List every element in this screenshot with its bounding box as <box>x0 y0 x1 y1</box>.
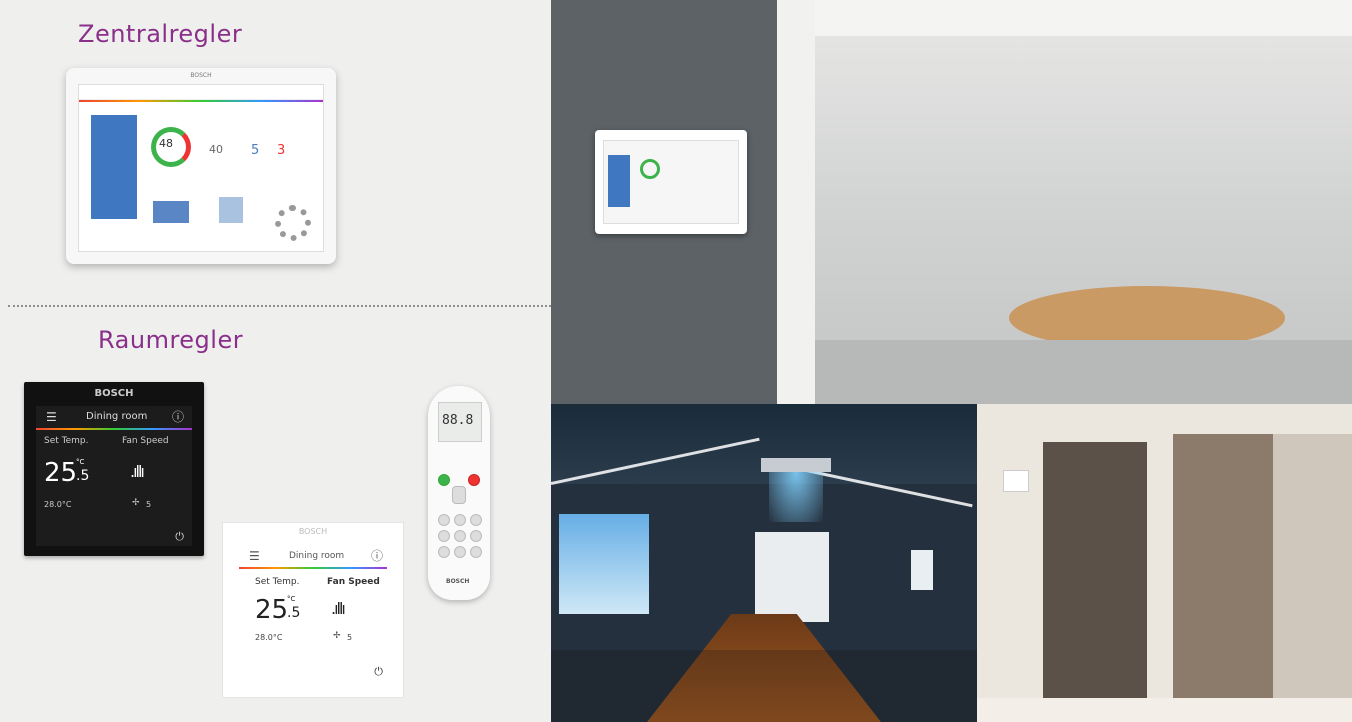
wall-tablet-ring <box>640 159 660 179</box>
white-room-controller: BOSCH ☰ Dining room ⓘ Set Temp. Fan Spee… <box>222 522 404 698</box>
tablet-ring-value: 48 <box>159 137 173 150</box>
white-fan-bars-icon: .ıllı <box>331 599 346 618</box>
white-column <box>777 0 815 404</box>
black-fan-level: 5 <box>146 500 152 509</box>
white-temp-decimal: .5 <box>287 605 301 621</box>
left-window <box>559 514 649 614</box>
ceiling <box>815 0 1352 36</box>
white-rainbow-bar <box>239 567 387 569</box>
remote-red-button <box>468 474 480 486</box>
menu-icon: ☰ <box>46 410 57 424</box>
tablet-screen: 48 40 5 3 <box>78 84 324 252</box>
white-temp-unit: °C <box>287 595 296 603</box>
wardrobe-door <box>1173 434 1273 722</box>
boardroom-photo <box>551 404 977 722</box>
wall-tablet <box>595 130 747 234</box>
black-controller-screen: ☰ Dining room ⓘ Set Temp. Fan Speed 25 °… <box>36 406 192 546</box>
room-interior <box>1273 434 1352 722</box>
remote-button <box>454 514 466 526</box>
black-rainbow-bar <box>36 428 192 430</box>
room-controller-title: Raumregler <box>98 326 244 354</box>
power-icon: ⏻ <box>175 530 184 543</box>
black-temp-decimal: .5 <box>76 468 90 484</box>
remote-button <box>470 514 482 526</box>
black-room-temp: 28.0°C <box>44 500 72 509</box>
ceiling-cassette <box>761 458 831 472</box>
meeting-room-photo <box>551 0 1352 404</box>
black-room-controller: BOSCH ☰ Dining room ⓘ Set Temp. Fan Spee… <box>24 382 204 556</box>
tablet-blue-card <box>91 115 137 219</box>
remote-button <box>454 530 466 542</box>
cool-air-flow <box>769 472 823 522</box>
menu-icon: ☰ <box>249 549 260 563</box>
tablet-tile-2 <box>219 197 243 223</box>
wall-tablet-screen <box>603 140 739 224</box>
section-divider <box>8 305 551 307</box>
fan-icon: ✢ <box>333 631 341 641</box>
gear-icon <box>275 205 311 241</box>
remote-button <box>454 546 466 558</box>
remote-button <box>438 514 450 526</box>
remote-button <box>470 546 482 558</box>
remote-display-value: 88.8 <box>442 413 474 428</box>
info-icon: ⓘ <box>370 549 383 563</box>
left-panel: Zentralregler BOSCH 48 40 5 3 Raumregler… <box>0 0 551 722</box>
white-room-name: Dining room <box>289 551 345 561</box>
info-icon: ⓘ <box>171 410 184 424</box>
floor-shadow <box>551 650 977 722</box>
black-temp-unit: °C <box>76 458 85 466</box>
black-room-name: Dining room <box>86 411 148 422</box>
white-fan-level: 5 <box>347 633 353 642</box>
white-controller-brand: BOSCH <box>298 527 328 536</box>
remote-green-button <box>438 474 450 486</box>
black-fan-bars-icon: .ıllı <box>130 462 145 481</box>
remote-button <box>470 530 482 542</box>
tablet-tile-1 <box>153 201 189 223</box>
bed-foreground <box>977 698 1352 722</box>
hotel-room-photo <box>977 404 1352 722</box>
tablet-topbar <box>79 85 323 100</box>
projection-screen <box>755 532 829 622</box>
fan-icon: ✢ <box>132 498 140 508</box>
tablet-stat-3: 3 <box>277 143 286 158</box>
tablet-rainbow-bar <box>79 100 323 102</box>
boardroom-ceiling <box>551 404 977 484</box>
remote-display: 88.8 <box>438 402 482 442</box>
black-set-temp-label: Set Temp. <box>44 436 89 446</box>
black-controller-brand: BOSCH <box>94 388 134 399</box>
white-fan-speed-label: Fan Speed <box>327 577 380 587</box>
tablet-stat-2: 5 <box>251 143 260 158</box>
black-fan-speed-label: Fan Speed <box>122 436 169 446</box>
tablet-stat-1: 40 <box>209 143 223 156</box>
white-temp-value: 25 <box>255 595 289 625</box>
remote-brand: BOSCH <box>446 578 470 585</box>
remote-button <box>438 546 450 558</box>
black-temp-value: 25 <box>44 458 78 488</box>
central-controller-tablet: BOSCH 48 40 5 3 <box>66 68 336 264</box>
remote-nav-button <box>452 486 466 504</box>
power-icon: ⏻ <box>374 665 383 678</box>
central-controller-title: Zentralregler <box>78 20 243 48</box>
white-room-temp: 28.0°C <box>255 633 283 642</box>
wall-controller <box>1003 470 1029 492</box>
wall-tablet-blue-card <box>608 155 630 207</box>
remote-control: 88.8 BOSCH <box>428 386 490 600</box>
floor <box>815 340 1352 404</box>
white-set-temp-label: Set Temp. <box>255 577 300 587</box>
tablet-brand: BOSCH <box>190 72 212 79</box>
remote-button <box>438 530 450 542</box>
entry-door <box>1043 442 1147 722</box>
right-wall-frame <box>911 550 933 590</box>
